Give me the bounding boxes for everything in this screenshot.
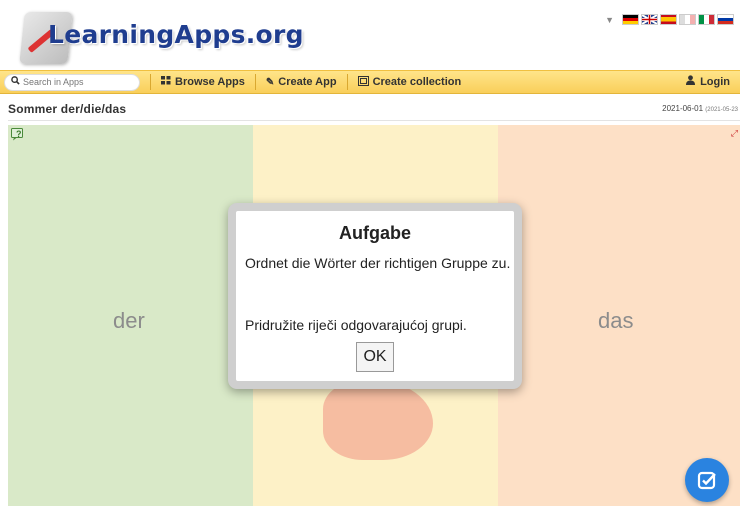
check-icon	[697, 471, 716, 490]
app-date-created: (2021-05-23	[705, 107, 738, 113]
ok-button[interactable]: OK	[356, 342, 394, 372]
nav-create-app-label: Create App	[278, 76, 337, 88]
nav-create-collection[interactable]: Create collection	[357, 75, 462, 89]
flag-es-icon[interactable]	[660, 14, 677, 25]
search-box[interactable]	[4, 73, 140, 91]
flag-de-icon[interactable]	[622, 14, 639, 25]
nav-divider	[254, 74, 256, 90]
task-dialog: Aufgabe Ordnet die Wörter der richtigen …	[228, 203, 522, 389]
nav-browse-apps[interactable]: Browse Apps	[161, 76, 245, 88]
nav-create-collection-label: Create collection	[372, 76, 462, 88]
nav-create-app[interactable]: ✎ Create App	[266, 76, 337, 88]
column-label-das: das	[598, 308, 634, 333]
task-dialog-body: Aufgabe Ordnet die Wörter der richtigen …	[236, 211, 514, 381]
language-selector[interactable]: ▼	[605, 14, 734, 25]
app-title: Sommer der/die/das	[8, 102, 127, 116]
nav-browse-apps-label: Browse Apps	[175, 76, 245, 88]
search-icon	[11, 76, 20, 88]
site-logo[interactable]: LearningApps.org	[10, 8, 304, 66]
grid-icon	[161, 76, 171, 88]
pencil-icon: ✎	[265, 76, 275, 88]
logo-text: LearningApps.org	[48, 20, 304, 49]
login-label: Login	[700, 75, 730, 88]
app-date-main: 2021-06-01	[662, 104, 704, 113]
fullscreen-icon[interactable]: ⤢	[731, 128, 738, 139]
flag-it-icon[interactable]	[698, 14, 715, 25]
login-button[interactable]: Login	[686, 75, 730, 88]
collection-icon	[357, 75, 369, 89]
search-input[interactable]	[23, 77, 133, 87]
app-date: 2021-06-01 (2021-05-23	[662, 104, 738, 113]
dialog-instruction-hr: Pridružite riječi odgovarajućoj grupi.	[245, 317, 467, 333]
flag-fr-icon[interactable]	[679, 14, 696, 25]
flag-en-icon[interactable]	[641, 14, 658, 25]
help-icon[interactable]: ?	[11, 128, 26, 141]
nav-divider	[150, 74, 151, 90]
dialog-title: Aufgabe	[339, 223, 411, 243]
dropdown-arrow-icon[interactable]: ▼	[605, 15, 614, 25]
user-icon	[686, 75, 696, 88]
nav-divider	[346, 74, 348, 90]
column-label-der: der	[113, 308, 145, 333]
title-divider	[8, 120, 740, 121]
page: LearningApps.org ▼ Br	[0, 0, 740, 506]
flag-ru-icon[interactable]	[717, 14, 734, 25]
main-navbar: Browse Apps ✎ Create App Create collecti…	[0, 70, 740, 94]
dialog-instruction-de: Ordnet die Wörter der richtigen Gruppe z…	[245, 255, 511, 271]
check-answers-button[interactable]	[685, 458, 729, 502]
